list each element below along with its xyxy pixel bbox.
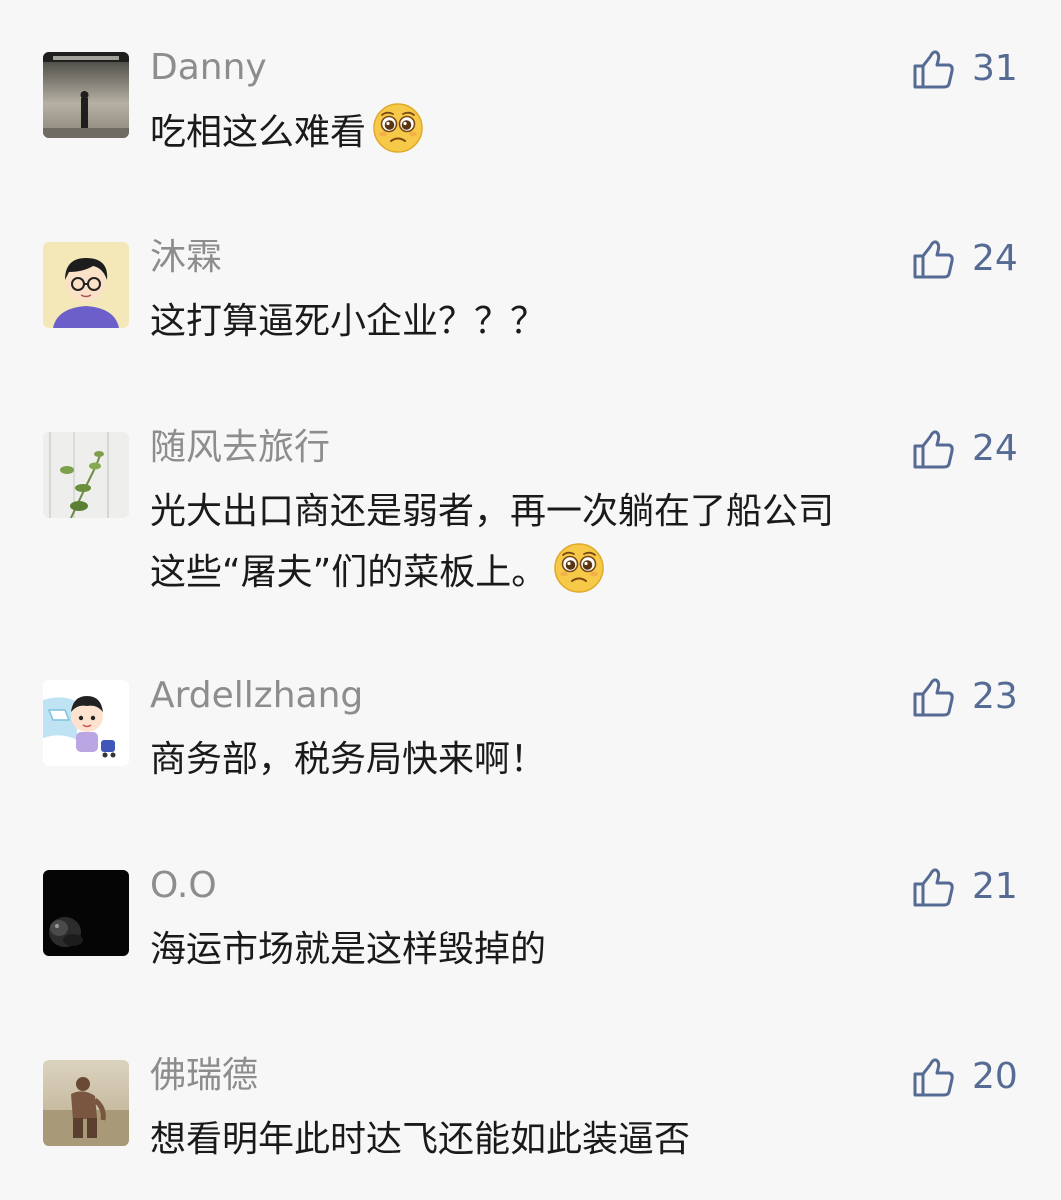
comment-text-content: 这打算逼死小企业？？？ xyxy=(150,301,547,342)
like-count: 24 xyxy=(972,238,1018,279)
like-button[interactable]: 21 xyxy=(912,862,1018,912)
like-count: 20 xyxy=(972,1056,1018,1097)
pleading-face-icon xyxy=(553,542,605,594)
username[interactable]: 佛瑞德 xyxy=(150,1054,258,1098)
comment-text: 这打算逼死小企业？？？ xyxy=(150,292,1010,352)
comment-text-content: 海运市场就是这样毁掉的 xyxy=(150,929,547,970)
avatar[interactable] xyxy=(43,242,129,328)
thumbs-up-icon xyxy=(912,47,956,91)
thumbs-up-icon xyxy=(912,237,956,281)
like-button[interactable]: 24 xyxy=(912,424,1018,474)
comment-text-content: 商务部，税务局快来啊！ xyxy=(150,739,547,780)
like-button[interactable]: 23 xyxy=(912,672,1018,722)
like-button[interactable]: 31 xyxy=(912,44,1018,94)
thumbs-up-icon xyxy=(912,865,956,909)
comment-text: 光大出口商还是弱者，再一次躺在了船公司 这些“屠夫”们的菜板上。 xyxy=(150,482,1010,603)
comment-text: 商务部，税务局快来啊！ xyxy=(150,730,1010,790)
username[interactable]: Ardellzhang xyxy=(150,674,363,718)
like-count: 23 xyxy=(972,676,1018,717)
avatar[interactable] xyxy=(43,680,129,766)
avatar[interactable] xyxy=(43,870,129,956)
comment-text: 海运市场就是这样毁掉的 xyxy=(150,920,1010,980)
comment-text-content: 想看明年此时达飞还能如此装逼否 xyxy=(150,1119,691,1160)
username[interactable]: O.O xyxy=(150,864,217,908)
thumbs-up-icon xyxy=(912,427,956,471)
thumbs-up-icon xyxy=(912,675,956,719)
comment-list: Danny 31 吃相这么难看 沐霖 24 这打算逼死小企业？？？ 随风去旅行 … xyxy=(0,0,1061,1200)
username[interactable]: 沐霖 xyxy=(150,236,222,280)
like-count: 21 xyxy=(972,866,1018,907)
comment-text: 吃相这么难看 xyxy=(150,102,1010,163)
like-count: 31 xyxy=(972,48,1018,89)
pleading-face-icon xyxy=(372,102,424,154)
comment-text: 想看明年此时达飞还能如此装逼否 xyxy=(150,1110,1010,1170)
avatar[interactable] xyxy=(43,52,129,138)
avatar[interactable] xyxy=(43,1060,129,1146)
comment-text-content: 吃相这么难看 xyxy=(150,112,367,153)
like-button[interactable]: 20 xyxy=(912,1052,1018,1102)
username[interactable]: 随风去旅行 xyxy=(150,426,330,470)
avatar[interactable] xyxy=(43,432,129,518)
comment-text-content: 光大出口商还是弱者，再一次躺在了船公司 这些“屠夫”们的菜板上。 xyxy=(150,491,835,593)
thumbs-up-icon xyxy=(912,1055,956,1099)
like-count: 24 xyxy=(972,428,1018,469)
username[interactable]: Danny xyxy=(150,46,267,90)
like-button[interactable]: 24 xyxy=(912,234,1018,284)
